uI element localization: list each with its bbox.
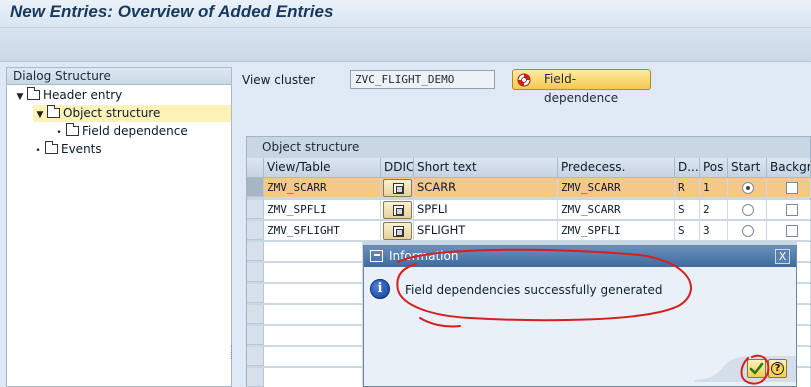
cell-pos[interactable]: 2 — [700, 200, 728, 220]
cell-view-table[interactable] — [264, 368, 363, 387]
start-radio[interactable] — [742, 225, 754, 237]
cell-view-table[interactable] — [264, 242, 363, 262]
dialog-message: Field dependencies successfully generate… — [405, 283, 663, 297]
cell-view-table[interactable] — [264, 305, 363, 325]
page-title: New Entries: Overview of Added Entries — [10, 2, 334, 21]
cell-d[interactable]: S — [675, 221, 700, 241]
column-header-ddic[interactable]: DDIC — [381, 158, 414, 178]
ddic-button[interactable] — [383, 222, 412, 240]
cell-pos[interactable]: 3 — [700, 221, 728, 241]
dialog-structure-header: Dialog Structure — [7, 68, 231, 85]
tree-node-label: Header entry — [43, 88, 123, 102]
cell-short-text[interactable]: SPFLI — [414, 200, 558, 220]
checkmark-icon — [749, 362, 764, 375]
application-toolbar — [0, 28, 811, 62]
open-folder-icon — [47, 105, 60, 118]
object-structure-title: Object structure — [262, 140, 360, 154]
cell-predecessor[interactable]: ZMV_SPFLI — [558, 221, 675, 241]
ddic-icon — [393, 205, 404, 216]
folder-icon — [27, 87, 40, 100]
row-selector[interactable] — [247, 242, 264, 261]
view-cluster-field[interactable]: ZVC_FLIGHT_DEMO — [350, 70, 495, 89]
bullet-icon: • — [56, 128, 62, 138]
backgr-checkbox[interactable] — [786, 225, 798, 237]
cell-backgr — [797, 305, 811, 325]
tree-node-object-structure[interactable]: ▼ Object structure — [33, 105, 231, 122]
cell-backgr — [797, 284, 811, 304]
column-header-short-text[interactable]: Short text — [414, 158, 558, 178]
select-all-column-header[interactable] — [247, 158, 264, 178]
backgr-checkbox[interactable] — [786, 204, 798, 216]
start-radio[interactable] — [742, 182, 754, 194]
cell-view-table[interactable]: ZMV_SCARR — [264, 178, 381, 198]
cell-d[interactable]: R — [675, 178, 700, 198]
field-dependence-button-label: Field-dependence — [544, 72, 619, 105]
dialog-titlebar[interactable]: Information X — [364, 246, 796, 267]
cell-short-text[interactable]: SCARR — [414, 178, 558, 198]
cell-backgr — [797, 347, 811, 367]
tree-node-label: Object structure — [63, 106, 161, 120]
info-icon: i — [370, 279, 390, 299]
ddic-button[interactable] — [383, 201, 412, 219]
title-bar: New Entries: Overview of Added Entries — [0, 0, 811, 28]
cell-backgr — [797, 368, 811, 387]
row-selector[interactable] — [247, 200, 264, 219]
cell-backgr — [797, 326, 811, 346]
folder-icon — [66, 123, 79, 136]
bullet-icon: • — [35, 146, 41, 156]
row-selector[interactable] — [247, 305, 264, 324]
window-icon — [370, 250, 383, 262]
cell-view-table[interactable] — [264, 326, 363, 346]
cell-view-table[interactable] — [264, 284, 363, 304]
row-selector[interactable] — [247, 368, 264, 387]
column-header-predecessor[interactable]: Predecess. — [558, 158, 675, 178]
tree-node-header-entry[interactable]: ▼ Header entry — [13, 87, 231, 104]
ok-button[interactable] — [747, 359, 766, 378]
lifebuoy-icon — [517, 73, 531, 87]
row-selector[interactable] — [247, 178, 264, 197]
tree-node-label: Events — [61, 142, 102, 156]
cell-short-text[interactable]: SFLIGHT — [414, 221, 558, 241]
column-header-view-table[interactable]: View/Table — [264, 158, 381, 178]
help-icon: ? — [771, 362, 784, 375]
pane-splitter[interactable] — [231, 345, 234, 359]
start-radio[interactable] — [742, 204, 754, 216]
tree-node-label: Field dependence — [82, 124, 188, 138]
column-header-start[interactable]: Start — [728, 158, 767, 178]
cell-predecessor[interactable]: ZMV_SCARR — [558, 200, 675, 220]
row-selector[interactable] — [247, 263, 264, 282]
tree-node-events[interactable]: • Events — [31, 141, 231, 158]
expand-arrow-icon[interactable]: ▼ — [33, 107, 47, 124]
backgr-checkbox[interactable] — [786, 182, 798, 194]
ddic-icon — [393, 183, 404, 194]
cell-backgr — [797, 242, 811, 262]
row-selector[interactable] — [247, 347, 264, 366]
column-header-backgr[interactable]: Backgr — [767, 158, 811, 178]
column-header-d[interactable]: D... — [675, 158, 700, 178]
cell-predecessor[interactable]: ZMV_SCARR — [558, 178, 675, 198]
row-selector[interactable] — [247, 221, 264, 240]
ddic-icon — [393, 226, 404, 237]
row-selector[interactable] — [247, 326, 264, 345]
column-header-pos[interactable]: Pos — [700, 158, 728, 178]
information-dialog: Information X i Field dependencies succe… — [363, 245, 797, 387]
close-icon[interactable]: X — [775, 249, 790, 264]
cell-view-table[interactable] — [264, 263, 363, 283]
cell-view-table[interactable] — [264, 347, 363, 367]
folder-icon — [45, 141, 58, 154]
tree-node-field-dependence[interactable]: • Field dependence — [52, 123, 231, 140]
cell-backgr — [797, 263, 811, 283]
row-selector[interactable] — [247, 284, 264, 303]
cell-view-table[interactable]: ZMV_SPFLI — [264, 200, 381, 220]
expand-arrow-icon[interactable]: ▼ — [13, 89, 27, 106]
dialog-title: Information — [389, 249, 459, 263]
cell-view-table[interactable]: ZMV_SFLIGHT — [264, 221, 381, 241]
cell-d[interactable]: S — [675, 200, 700, 220]
field-dependence-button[interactable]: Field-dependence — [512, 69, 651, 105]
ddic-button[interactable] — [383, 179, 412, 197]
help-button[interactable]: ? — [768, 359, 787, 378]
cell-pos[interactable]: 1 — [700, 178, 728, 198]
view-cluster-label: View cluster — [242, 73, 316, 87]
